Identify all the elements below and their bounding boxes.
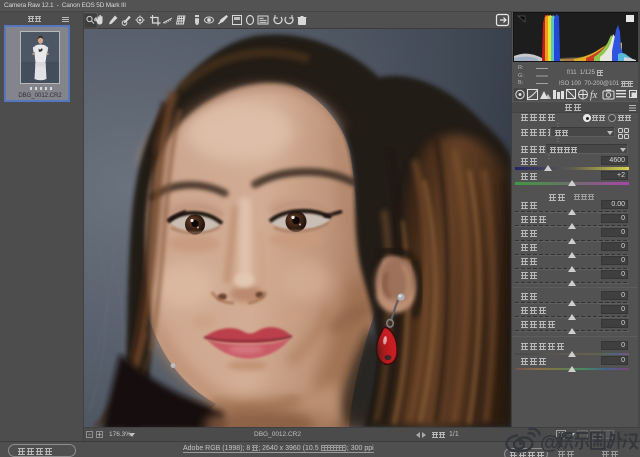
- svg-text:fx: fx: [590, 90, 598, 101]
- svg-text:@: @: [540, 432, 560, 454]
